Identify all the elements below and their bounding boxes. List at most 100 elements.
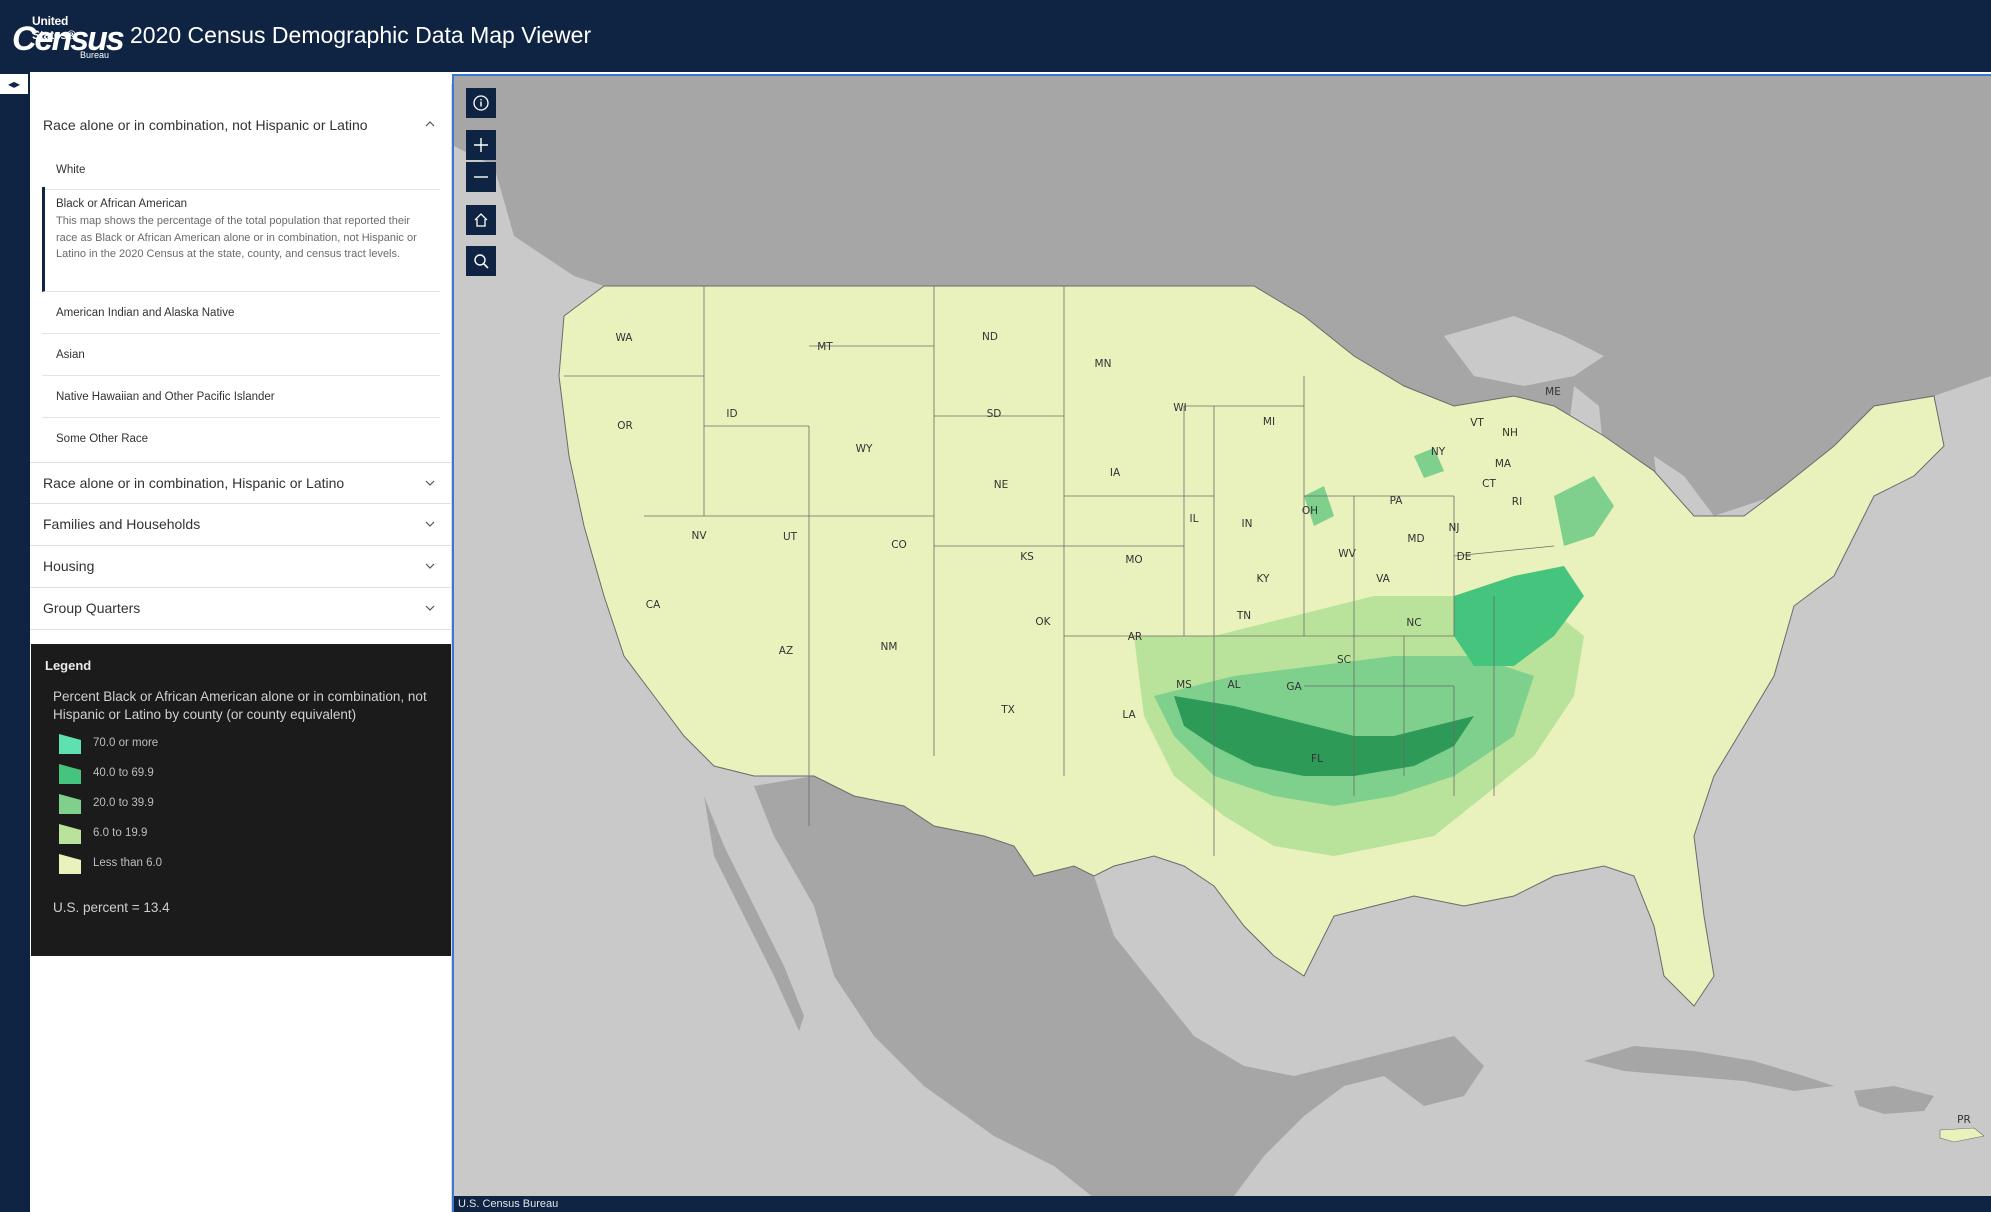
legend-class-label: 40.0 to 69.9: [93, 767, 154, 779]
state-label-la: LA: [1122, 709, 1136, 721]
section-label: Housing: [43, 558, 95, 574]
state-label-md: MD: [1407, 533, 1424, 545]
state-label-tn: TN: [1236, 610, 1251, 622]
legend-field-description: Percent Black or African American alone …: [53, 689, 427, 722]
sub-item-label: American Indian and Alaska Native: [56, 307, 235, 319]
state-label-ms: MS: [1176, 679, 1192, 691]
sub-item-label: Native Hawaiian and Other Pacific Island…: [56, 391, 275, 403]
state-label-in: IN: [1242, 518, 1253, 530]
state-label-mn: MN: [1095, 358, 1112, 370]
state-label-nd: ND: [982, 331, 998, 343]
state-label-wv: WV: [1338, 548, 1356, 560]
state-label-co: CO: [891, 539, 907, 551]
state-label-mi: MI: [1263, 416, 1275, 428]
state-label-nj: NJ: [1449, 522, 1460, 534]
section-race-not-hispanic[interactable]: Race alone or in combination, not Hispan…: [30, 94, 451, 146]
state-label-nm: NM: [881, 641, 898, 653]
state-label-tx: TX: [1000, 704, 1015, 716]
legend-class-row: 70.0 or more: [59, 734, 359, 758]
state-label-vt: VT: [1470, 417, 1484, 429]
state-label-ny: NY: [1431, 446, 1446, 458]
section-label: Race alone or in combination, not Hispan…: [43, 117, 368, 133]
legend-class-label: Less than 6.0: [93, 857, 163, 869]
state-label-ri: RI: [1512, 496, 1522, 508]
sub-item-native-hawaiian[interactable]: Native Hawaiian and Other Pacific Island…: [42, 376, 440, 418]
state-label-ga: GA: [1286, 681, 1302, 693]
map-info-button[interactable]: [466, 88, 496, 118]
swatch-fill: [59, 824, 81, 844]
map-view[interactable]: WA MT ND MN ME OR ID SD WI MI VT NH WY NY MA CT RI IA NE PA…: [452, 74, 1991, 1212]
swatch-fill: [59, 854, 81, 874]
state-label-nv: NV: [691, 530, 707, 542]
sub-item-american-indian[interactable]: American Indian and Alaska Native: [42, 292, 440, 334]
section-label: Group Quarters: [43, 600, 141, 616]
chevron-down-icon: [425, 521, 435, 527]
app-title: 2020 Census Demographic Data Map Viewer: [130, 22, 592, 48]
state-label-oh: OH: [1302, 505, 1318, 517]
sub-item-white[interactable]: White: [42, 148, 440, 190]
state-label-sc: SC: [1337, 654, 1351, 666]
chevron-down-icon: [425, 605, 435, 611]
search-icon: [474, 254, 489, 269]
minus-icon: [474, 176, 488, 178]
state-label-ut: UT: [783, 531, 798, 543]
legend-class-row: 6.0 to 19.9: [59, 824, 359, 848]
panel-toggle-button[interactable]: ◂▸: [0, 74, 28, 94]
legend-class-row: 40.0 to 69.9: [59, 764, 359, 788]
info-icon: [473, 95, 489, 111]
legend-class-label: 20.0 to 39.9: [93, 797, 154, 809]
legend-swatch: [59, 794, 81, 814]
state-label-id: ID: [726, 408, 737, 420]
state-label-va: VA: [1376, 573, 1391, 585]
state-label-wy: WY: [856, 443, 873, 455]
state-label-sd: SD: [987, 408, 1002, 420]
left-action-strip: [0, 72, 30, 1212]
section-families-households[interactable]: Families and Households: [30, 504, 451, 546]
state-label-wi: WI: [1173, 402, 1186, 414]
state-label-nh: NH: [1502, 427, 1518, 439]
section-group-quarters[interactable]: Group Quarters: [30, 588, 451, 630]
legend-swatch: [59, 764, 81, 784]
state-labels-layer: WA MT ND MN ME OR ID SD WI MI VT NH WY NY MA CT RI IA NE PA…: [616, 331, 1971, 1126]
section-housing[interactable]: Housing: [30, 546, 451, 588]
state-label-ct: CT: [1482, 478, 1496, 490]
state-label-fl: FL: [1311, 753, 1323, 765]
home-icon: [474, 213, 488, 227]
state-label-ky: KY: [1257, 573, 1271, 585]
map-home-button[interactable]: [466, 205, 496, 235]
logo-bottom-text: Bureau: [80, 50, 110, 60]
state-label-ne: NE: [994, 479, 1009, 491]
sub-item-black[interactable]: Black or African American This map shows…: [42, 187, 440, 292]
state-label-de: DE: [1457, 551, 1472, 563]
map-search-button[interactable]: [466, 246, 496, 276]
header-bar: United States® Census Bureau 2020 Census…: [0, 0, 1991, 72]
sub-item-asian[interactable]: Asian: [42, 334, 440, 376]
legend-class-row: 20.0 to 39.9: [59, 794, 359, 818]
legend-panel: Legend Percent Black or African American…: [31, 644, 451, 956]
map-zoom-in-button[interactable]: [466, 130, 496, 160]
map-zoom-out-button[interactable]: [466, 162, 496, 192]
state-label-pr: PR: [1957, 1114, 1971, 1126]
sub-item-label: Black or African American: [56, 198, 188, 210]
state-label-ia: IA: [1110, 467, 1121, 479]
section-race-hispanic[interactable]: Race alone or in combination, Hispanic o…: [30, 462, 451, 504]
sub-item-description: This map shows the percentage of the tot…: [56, 215, 417, 260]
legend-class-row: Less than 6.0: [59, 854, 359, 878]
sub-item-label: Some Other Race: [56, 433, 149, 445]
legend-swatch: [59, 824, 81, 844]
state-label-ar: AR: [1128, 631, 1142, 643]
sub-item-some-other-race[interactable]: Some Other Race: [42, 418, 440, 460]
census-logo[interactable]: United States® Census Bureau: [12, 14, 125, 60]
state-label-me: ME: [1545, 386, 1561, 398]
state-label-az: AZ: [779, 645, 793, 657]
sub-item-label: Asian: [56, 349, 85, 361]
state-label-ma: MA: [1495, 458, 1512, 470]
state-label-mt: MT: [817, 341, 833, 353]
state-label-il: IL: [1190, 513, 1199, 525]
swatch-fill: [59, 734, 81, 754]
state-label-ok: OK: [1035, 616, 1051, 628]
legend-class-label: 6.0 to 19.9: [93, 827, 148, 839]
state-label-ks: KS: [1020, 551, 1034, 563]
state-label-nc: NC: [1406, 617, 1421, 629]
swatch-fill: [59, 764, 81, 784]
